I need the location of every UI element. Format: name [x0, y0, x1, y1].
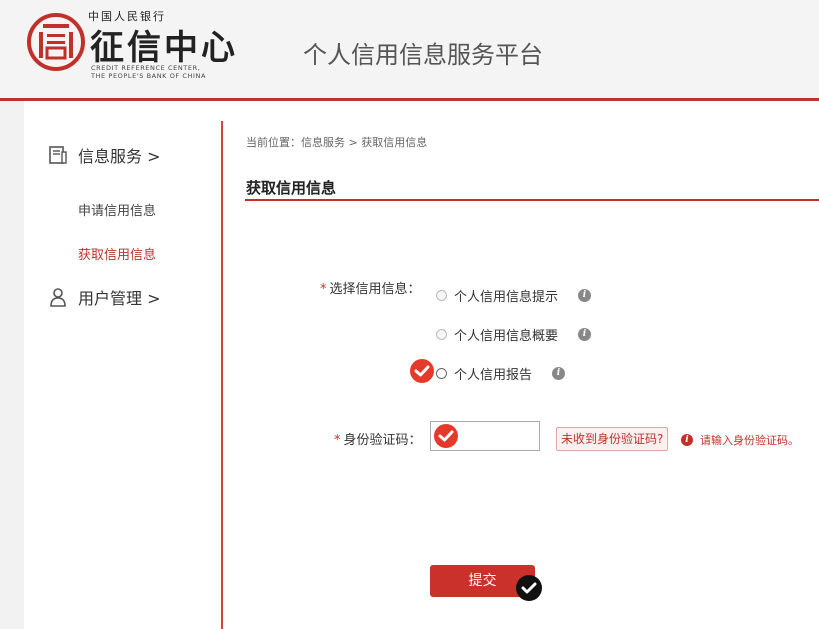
cursor-check-icon [516, 575, 542, 601]
page-title: 获取信用信息 [246, 179, 337, 197]
title-underline [245, 199, 819, 201]
info-icon[interactable]: i [552, 367, 566, 380]
breadcrumb: 当前位置：信息服务 > 获取信用信息 [246, 136, 428, 149]
input-check-icon [434, 424, 458, 448]
radio-button[interactable] [436, 329, 447, 340]
option-credit-report[interactable]: 个人信用报告 i [436, 364, 566, 383]
sidebar-item-get-credit-info[interactable]: 获取信用信息 [78, 244, 156, 263]
error-icon: i [681, 434, 693, 446]
option-credit-info-summary[interactable]: 个人信用信息概要 i [436, 325, 592, 344]
credit-center-logo-icon [27, 13, 85, 71]
content-panel: 信息服务 > 申请信用信息 获取信用信息 用户管理 > 当前位置：信息服务 > … [24, 101, 819, 629]
header: 中国人民银行 征信中心 CREDIT REFERENCE CENTER, THE… [0, 0, 819, 98]
option-credit-info-tip[interactable]: 个人信用信息提示 i [436, 286, 592, 305]
sidebar-group-info-services[interactable]: 信息服务 > [48, 143, 161, 167]
verification-code-label: * 身份验证码： [334, 433, 422, 448]
user-icon [50, 288, 66, 307]
info-icon[interactable]: i [578, 328, 592, 341]
option-label: 个人信用报告 [454, 368, 533, 383]
sidebar-divider [221, 121, 223, 629]
document-icon [49, 146, 67, 164]
logo-english-line1: CREDIT REFERENCE CENTER, [91, 64, 201, 72]
selection-check-icon [410, 359, 434, 383]
info-icon[interactable]: i [578, 289, 592, 302]
select-credit-info-label: * 选择信用信息： [320, 282, 421, 297]
logo-main-text: 征信中心 [90, 28, 238, 68]
option-label: 个人信用信息概要 [454, 329, 559, 344]
radio-button[interactable] [436, 368, 447, 379]
sidebar-group-label: 用户管理 > [78, 289, 161, 308]
platform-title: 个人信用信息服务平台 [303, 41, 543, 69]
sidebar-item-apply-credit-info[interactable]: 申请信用信息 [78, 200, 156, 219]
not-received-code-button[interactable]: 未收到身份验证码? [556, 427, 669, 451]
validation-error: i 请输入身份验证码。 [681, 432, 799, 448]
error-text: 请输入身份验证码。 [700, 434, 799, 447]
option-label: 个人信用信息提示 [454, 290, 559, 305]
sidebar-group-label: 信息服务 > [78, 147, 161, 166]
radio-button[interactable] [436, 290, 447, 301]
sidebar-group-user-management[interactable]: 用户管理 > [48, 285, 161, 309]
logo-english-line2: THE PEOPLE'S BANK OF CHINA [91, 72, 207, 80]
